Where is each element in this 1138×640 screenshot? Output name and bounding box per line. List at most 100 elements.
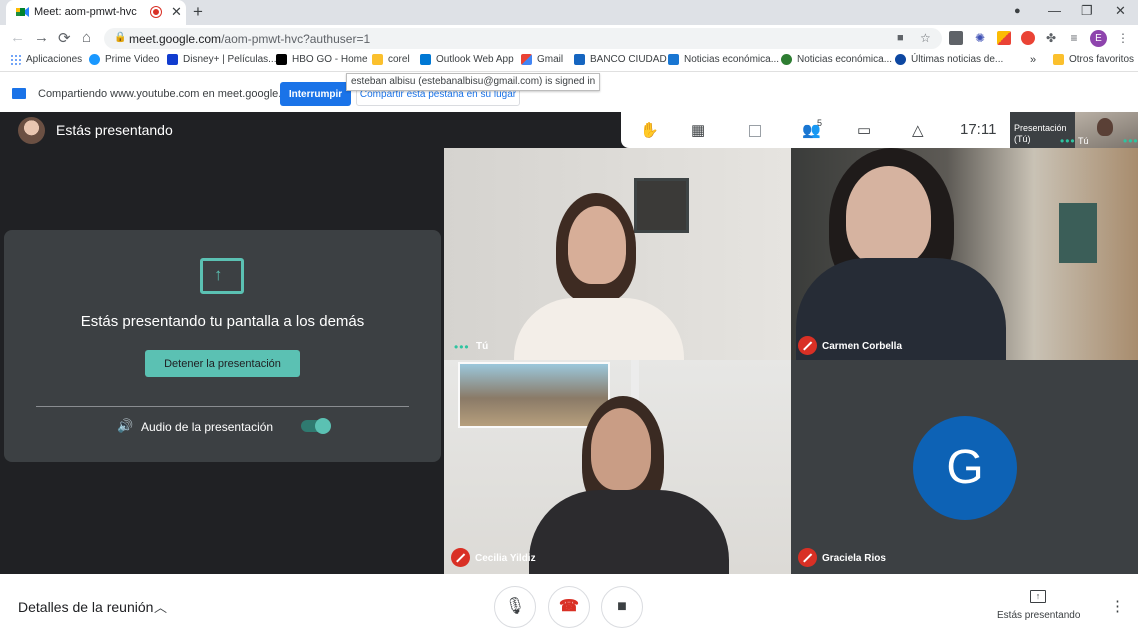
bookmark-outlook[interactable]: Outlook Web App: [420, 54, 514, 65]
layout-grid-icon[interactable]: ▦: [691, 121, 705, 139]
chat-icon[interactable]: ▭: [857, 121, 871, 139]
present-screen-icon: ↑: [200, 258, 244, 294]
bookmark-label: Otros favoritos: [1069, 54, 1135, 65]
forward-button[interactable]: →: [34, 29, 49, 46]
tab-search-icon[interactable]: ●: [1014, 5, 1021, 17]
stop-presenting-button[interactable]: Detener la presentación: [145, 350, 300, 377]
url-path: /aom-pmwt-hvc?authuser=1: [221, 32, 371, 46]
bookmark-label: Outlook Web App: [436, 54, 514, 65]
self-thumb-label: Tú: [1078, 136, 1089, 146]
bookmark-prime-video[interactable]: Prime Video: [89, 54, 159, 65]
bookmarks-overflow-button[interactable]: »: [1030, 54, 1036, 66]
extension-red-icon[interactable]: [1021, 31, 1035, 45]
bookmark-other-favorites[interactable]: Otros favoritos: [1053, 54, 1134, 65]
stop-sharing-button[interactable]: Interrumpir: [280, 82, 351, 106]
bookmark-corel[interactable]: corel: [372, 54, 410, 65]
mic-off-icon: [451, 548, 470, 567]
share-message: Compartiendo www.youtube.com en meet.goo…: [38, 88, 303, 100]
tile-name-label: Graciela Rios: [822, 553, 886, 564]
extension-grid-icon[interactable]: [997, 31, 1011, 45]
bookmark-disney[interactable]: Disney+ | Películas...: [167, 54, 276, 65]
extension-icon[interactable]: [949, 31, 963, 45]
video-tile-cecilia[interactable]: Cecilia Yildiz: [444, 360, 791, 574]
bookmark-label: Últimas noticias de...: [911, 54, 1004, 65]
bookmark-noticias-2[interactable]: Noticias económica...: [781, 54, 892, 65]
bookmark-hbo[interactable]: HBO GO - Home: [276, 54, 368, 65]
home-button[interactable]: ⌂: [82, 29, 91, 46]
audio-level-icon: •••: [454, 340, 470, 354]
bookmark-label: Aplicaciones: [26, 54, 83, 65]
browser-tab[interactable]: Meet: aom-pmwt-hvc ✕: [6, 0, 186, 25]
hang-up-icon: ☎: [559, 598, 579, 615]
restore-button[interactable]: ❐: [1081, 3, 1093, 19]
screen-share-icon: [12, 88, 26, 99]
tab-title: Meet: aom-pmwt-hvc: [34, 6, 137, 18]
participants-count: 5: [817, 118, 823, 128]
bookmark-star-icon[interactable]: ☆: [920, 31, 931, 45]
broken-image-icon[interactable]: [749, 125, 761, 137]
more-options-icon[interactable]: ⋮: [1110, 597, 1125, 615]
bookmark-apps[interactable]: Aplicaciones: [10, 54, 82, 65]
bookmark-ultimas-noticias[interactable]: Últimas noticias de...: [895, 54, 1003, 65]
bookmark-noticias-1[interactable]: Noticias económica...: [668, 54, 779, 65]
reload-button[interactable]: ⟳: [58, 29, 71, 47]
presenting-button-label[interactable]: Estás presentando: [997, 610, 1080, 621]
card-divider: [36, 406, 409, 407]
participant-avatar: G: [913, 416, 1017, 520]
gmail-icon: [521, 54, 532, 65]
media-control-icon[interactable]: ≡: [1067, 31, 1081, 45]
leave-call-button[interactable]: ☎: [548, 586, 590, 628]
background-screen: [1059, 203, 1097, 263]
prime-video-icon: [89, 54, 100, 65]
bookmark-label: HBO GO - Home: [292, 54, 368, 65]
bank-icon: [574, 54, 585, 65]
self-thumbnail[interactable]: Tú •••: [1075, 112, 1138, 148]
bookmark-banco-ciudad[interactable]: BANCO CIUDAD: [574, 54, 667, 65]
minimize-button[interactable]: —: [1048, 3, 1061, 18]
microphone-button[interactable]: 🎙: [494, 586, 536, 628]
raise-hand-icon[interactable]: ✋: [640, 121, 659, 139]
extension-puzzle-icon[interactable]: ✺: [973, 31, 987, 45]
folder-icon: [372, 54, 383, 65]
profile-avatar[interactable]: E: [1090, 30, 1107, 47]
tab-close-icon[interactable]: ✕: [171, 4, 182, 20]
window-close-button[interactable]: ✕: [1115, 3, 1126, 19]
meeting-details-button[interactable]: Detalles de la reunión: [18, 599, 153, 615]
self-avatar: [18, 117, 45, 144]
back-button[interactable]: ←: [10, 29, 25, 46]
chevron-up-icon[interactable]: ︿: [154, 597, 167, 616]
presentation-thumbnail[interactable]: Presentación (Tú) •••: [1010, 112, 1075, 148]
url-text: meet.google.com/aom-pmwt-hvc?authuser=1: [129, 32, 370, 46]
wall-painting: [634, 178, 689, 233]
self-thumb-person: [1097, 118, 1113, 136]
news-icon: [895, 54, 906, 65]
camera-button[interactable]: ■: [601, 586, 643, 628]
more-options-icon: •••: [1123, 134, 1138, 148]
extensions-icon[interactable]: ✤: [1044, 31, 1058, 45]
bookmark-label: Gmail: [537, 54, 564, 65]
lock-icon: 🔒: [114, 32, 127, 43]
mic-off-icon: [798, 336, 817, 355]
participant-face: [568, 206, 626, 284]
present-now-icon[interactable]: ↑: [1030, 590, 1046, 603]
video-tile-carmen[interactable]: Carmen Corbella: [791, 148, 1138, 360]
meeting-clock: 17:11: [960, 121, 997, 138]
bookmark-label: Noticias económica...: [797, 54, 893, 65]
new-tab-button[interactable]: +: [193, 2, 203, 22]
address-bar[interactable]: 🔒 meet.google.com/aom-pmwt-hvc?authuser=…: [104, 28, 942, 49]
presentation-audio-toggle[interactable]: [301, 418, 331, 434]
outlook-icon: [420, 54, 431, 65]
bookmark-gmail[interactable]: Gmail: [521, 54, 563, 65]
activities-icon[interactable]: △: [912, 121, 924, 139]
camera-in-use-icon[interactable]: ■: [897, 32, 904, 44]
tile-name-label: Tú: [476, 341, 489, 352]
hbo-icon: [276, 54, 287, 65]
bookmark-label: Disney+ | Películas...: [183, 54, 277, 65]
video-camera-icon: ■: [617, 598, 627, 615]
bookmark-label: Noticias económica...: [684, 54, 780, 65]
participant-body: [529, 490, 729, 574]
profile-tooltip: esteban albisu (estebanalbisu@gmail.com)…: [346, 73, 601, 91]
browser-menu-icon[interactable]: ⋮: [1116, 31, 1130, 45]
video-tile-you[interactable]: ••• Tú: [444, 148, 791, 360]
news-icon: [668, 54, 679, 65]
